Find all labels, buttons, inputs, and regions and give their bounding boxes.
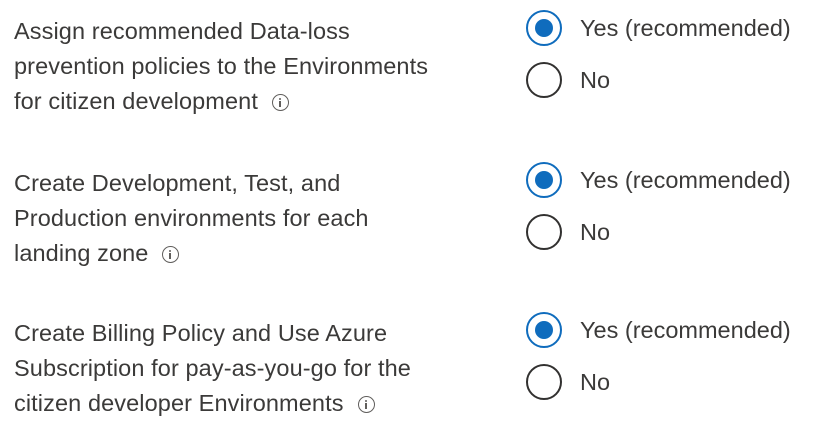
radio-option-yes[interactable]: Yes (recommended)	[526, 8, 826, 48]
radio-option-no[interactable]: No	[526, 60, 826, 100]
radio-option-yes[interactable]: Yes (recommended)	[526, 160, 826, 200]
info-icon[interactable]	[271, 94, 289, 111]
radio-label-no: No	[580, 368, 611, 395]
radio-button[interactable]	[526, 62, 562, 98]
radio-button[interactable]	[526, 214, 562, 250]
question-line: landing zone	[14, 240, 149, 266]
question-line: Assign recommended Data-loss	[14, 18, 350, 44]
radio-button-selected[interactable]	[526, 312, 562, 348]
question-line: Subscription for pay-as-you-go for the	[14, 355, 411, 381]
radio-option-no[interactable]: No	[526, 212, 826, 252]
info-icon[interactable]	[357, 396, 375, 413]
radio-option-yes[interactable]: Yes (recommended)	[526, 310, 826, 350]
radio-option-no[interactable]: No	[526, 362, 826, 402]
settings-form: Assign recommended Data-loss prevention …	[0, 0, 828, 421]
question-line: citizen developer Environments	[14, 390, 344, 416]
question-line: Production environments for each	[14, 205, 369, 231]
question-line: prevention policies to the Environments	[14, 53, 429, 79]
radio-button-selected[interactable]	[526, 10, 562, 46]
radio-label-yes: Yes (recommended)	[580, 316, 791, 343]
question-label: Create Billing Policy and Use Azure Subs…	[14, 316, 494, 421]
radio-label-no: No	[580, 66, 611, 93]
question-line: Create Development, Test, and	[14, 170, 341, 196]
radio-label-yes: Yes (recommended)	[580, 14, 791, 41]
radio-label-no: No	[580, 218, 611, 245]
info-icon[interactable]	[162, 246, 180, 263]
radio-button[interactable]	[526, 364, 562, 400]
radio-label-yes: Yes (recommended)	[580, 166, 791, 193]
question-label: Assign recommended Data-loss prevention …	[14, 14, 494, 119]
radio-button-selected[interactable]	[526, 162, 562, 198]
question-line: Create Billing Policy and Use Azure	[14, 320, 388, 346]
question-label: Create Development, Test, and Production…	[14, 166, 494, 271]
question-line: for citizen development	[14, 88, 258, 114]
